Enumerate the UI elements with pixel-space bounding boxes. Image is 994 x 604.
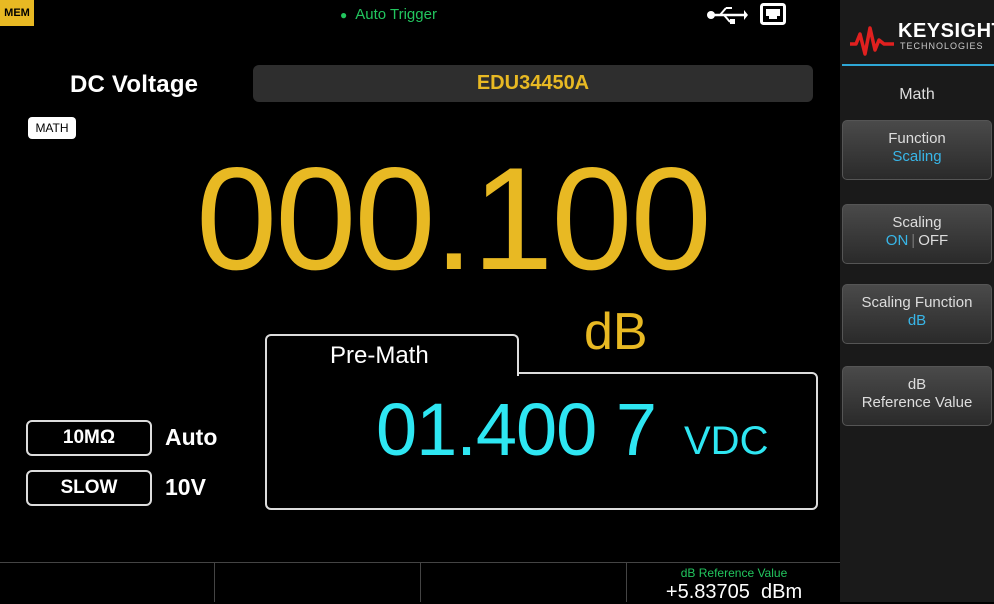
trigger-status: ● Auto Trigger [340,0,437,30]
trigger-label: Auto Trigger [355,6,437,23]
model-name: EDU34450A [253,65,813,102]
toggle-separator: | [911,232,916,249]
softkey-label: dB [907,376,927,393]
softkey-scaling-function[interactable]: Scaling Function dB [842,284,992,344]
db-reference-label: dB Reference Value [680,566,788,580]
toggle-on: ON [885,232,909,249]
trigger-dot-icon: ● [340,8,348,22]
pre-math-label: Pre-Math [330,342,429,369]
range-mode: Auto [165,424,218,450]
main-unit: dB [584,303,648,361]
menu-title: Math [899,86,935,103]
bottom-divider [626,562,627,602]
softkey-function[interactable]: Function Scaling [842,120,992,180]
bottom-divider [420,562,421,602]
softkey-db-reference-value[interactable]: dB Reference Value [842,366,992,426]
brand-divider [842,64,994,66]
softkey-label: Function [888,130,946,147]
softkey-scaling-toggle[interactable]: Scaling ON | OFF [842,204,992,264]
math-badge: MATH [28,117,76,139]
pre-math-unit: VDC [684,419,769,463]
softkey-label: Scaling [892,214,942,231]
toggle-off: OFF [918,232,949,249]
softkey-label: Scaling Function [861,294,973,311]
db-reference-value: +5.83705 dBm [665,581,803,603]
range-value: 10V [165,474,206,500]
brand-name: KEYSIGHT [898,20,994,42]
lan-icon [760,3,786,25]
softkey-label-line2: Reference Value [861,394,973,411]
speed-badge: SLOW [26,470,152,506]
softkey-value: dB [907,312,927,329]
mem-badge: MEM [0,0,34,26]
pre-math-value: 01.400 7 [376,388,657,471]
softkey-value: Scaling [892,148,942,165]
main-reading: 000.100 [196,137,712,300]
usb-icon [707,7,748,24]
brand-subtitle: TECHNOLOGIES [900,41,984,51]
function-label: DC Voltage [70,71,199,98]
bottom-divider [214,562,215,602]
input-impedance-badge: 10MΩ [26,420,152,456]
